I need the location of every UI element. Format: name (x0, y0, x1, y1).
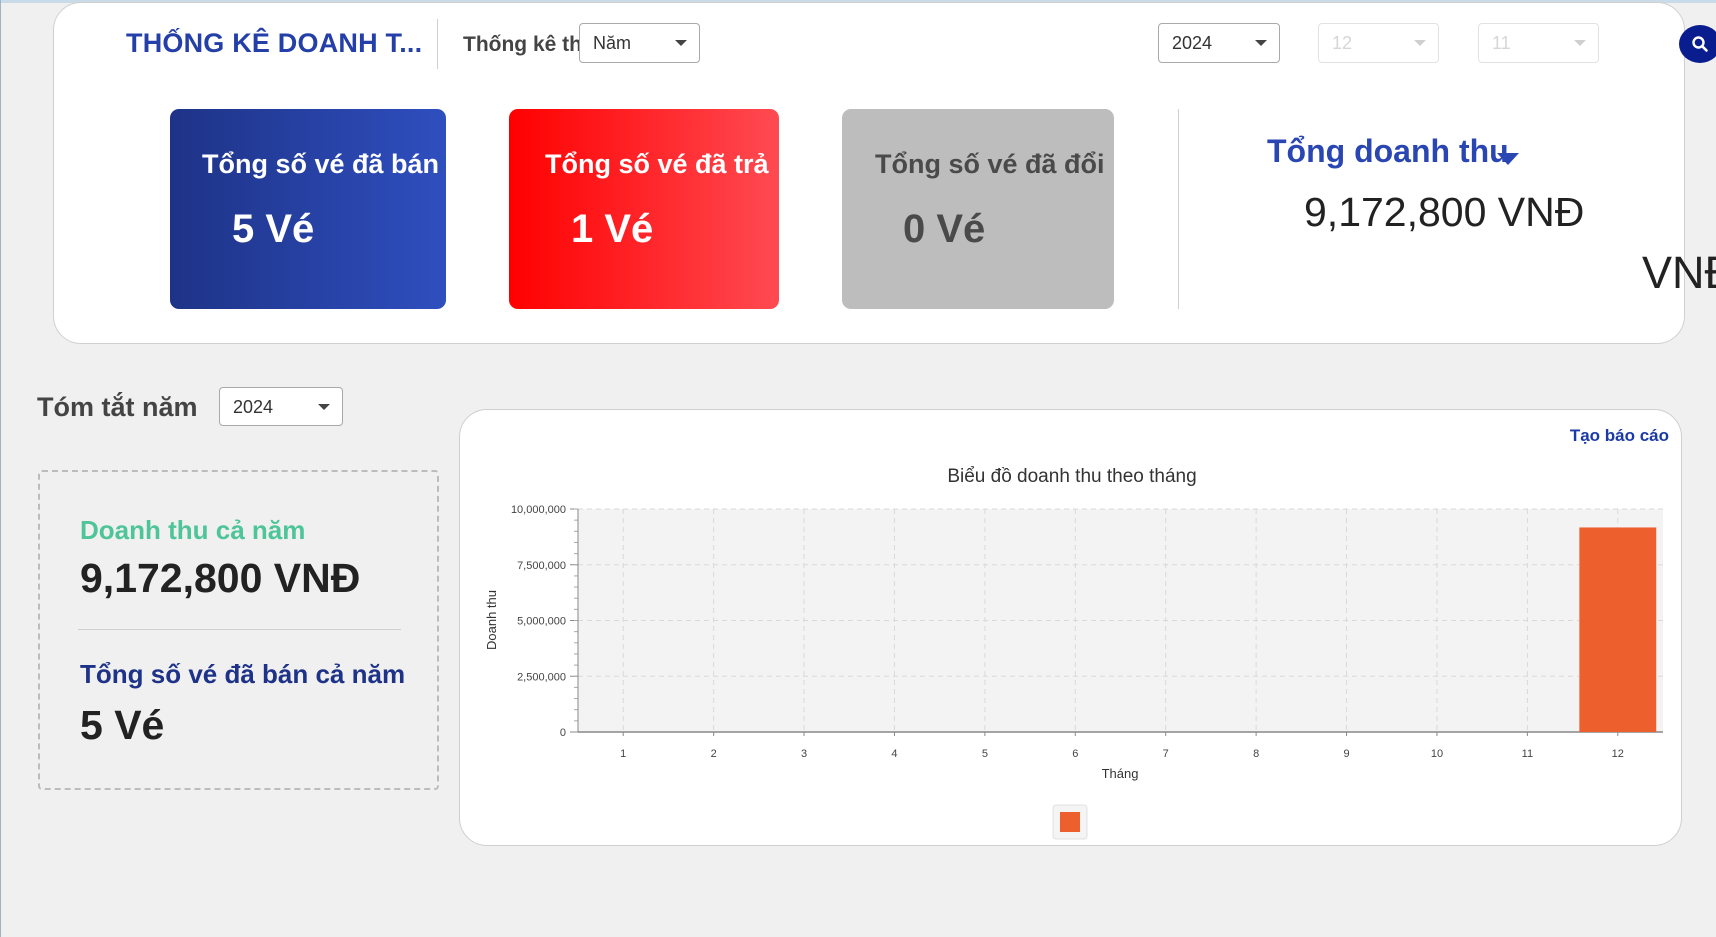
x-axis-label: Tháng (1102, 766, 1139, 781)
tickets-exchanged-card: Tổng số vé đã đổi 0 Vé (842, 109, 1114, 309)
tickets-sold-value: 5 Vé (232, 207, 315, 251)
total-revenue-title[interactable]: Tổng doanh thu (1267, 133, 1509, 170)
chevron-down-icon (1574, 40, 1586, 46)
y-tick-label: 10,000,000 (511, 504, 566, 516)
summary-year-value: 2024 (233, 397, 274, 417)
total-revenue-value: 9,172,800 VNĐ (1304, 189, 1585, 235)
x-tick-label: 9 (1343, 748, 1349, 760)
month-select[interactable]: 12 (1318, 23, 1439, 63)
y-tick-label: 5,000,000 (517, 616, 566, 628)
x-tick-label: 10 (1431, 748, 1443, 760)
x-tick-label: 11 (1522, 748, 1533, 760)
annual-tickets-value: 5 Vé (80, 702, 165, 748)
page-title: THỐNG KÊ DOANH T... (126, 28, 423, 58)
tickets-exchanged-label: Tổng số vé đã đổi (875, 149, 1105, 179)
chart-title: Biểu đồ doanh thu theo tháng (947, 466, 1196, 487)
tickets-returned-value: 1 Vé (571, 207, 654, 251)
summary-divider (78, 629, 401, 630)
revenue-chart-panel: Tạo báo cáo 0 2,500,000 5,000,000 7,500,000… (459, 409, 1682, 846)
x-tick-label: 2 (711, 748, 717, 760)
year-select-value: 2024 (1172, 33, 1213, 53)
y-tick-label: 7,500,000 (517, 560, 566, 572)
day-select[interactable]: 11 (1478, 23, 1599, 63)
y-tick-label: 0 (560, 727, 566, 739)
window-left-border (0, 0, 1, 937)
tickets-returned-label: Tổng số vé đã trả (545, 149, 769, 179)
bar-month-12 (1579, 527, 1657, 732)
annual-tickets-label: Tổng số vé đã bán cả năm (80, 659, 406, 689)
tickets-exchanged-value: 0 Vé (903, 207, 986, 251)
y-axis-label: Doanh thu (484, 590, 499, 650)
revenue-chart: 02,500,0005,000,0007,500,00010,000,0001 2… (484, 466, 1663, 840)
x-tick-label: 3 (801, 748, 807, 760)
x-tick-label: 7 (1163, 748, 1169, 760)
search-button[interactable] (1679, 25, 1716, 63)
x-tick-label: 6 (1072, 748, 1078, 760)
x-tick-label: 1 (620, 748, 626, 760)
chevron-down-icon (318, 404, 330, 410)
tickets-sold-card: Tổng số vé đã bán 5 Vé (170, 109, 446, 309)
x-tick-label: 5 (982, 748, 988, 760)
year-summary-box: Doanh thu cả năm 9,172,800 VNĐ Tổng số v… (38, 470, 439, 790)
summary-year-select[interactable]: 2024 (219, 387, 343, 426)
annual-revenue-label: Doanh thu cả năm (80, 515, 306, 545)
month-select-value: 12 (1332, 33, 1353, 53)
stats-panel: THỐNG KÊ DOANH T... Thống kê th... Năm 2… (53, 2, 1716, 344)
x-tick-label: 4 (891, 748, 897, 760)
legend-swatch (1060, 812, 1080, 832)
day-select-value: 11 (1492, 33, 1511, 53)
revenue-divider (1178, 109, 1179, 309)
total-revenue-unit: VNĐ (1642, 247, 1716, 298)
tickets-returned-card: Tổng số vé đã trả 1 Vé (509, 109, 779, 309)
chevron-down-icon (1255, 40, 1267, 46)
year-select[interactable]: 2024 (1158, 23, 1280, 63)
header-divider (437, 19, 438, 69)
chevron-down-icon (675, 40, 687, 46)
year-summary-label: Tóm tắt năm (37, 392, 198, 422)
search-icon (1692, 36, 1708, 52)
x-tick-label: 8 (1253, 748, 1259, 760)
chevron-down-icon (1414, 40, 1426, 46)
period-select[interactable]: Năm (579, 23, 700, 63)
x-tick-label: 12 (1612, 748, 1624, 760)
tickets-sold-label: Tổng số vé đã bán (202, 149, 440, 179)
caret-down-icon[interactable] (1497, 153, 1519, 165)
y-tick-label: 2,500,000 (517, 671, 566, 683)
annual-revenue-value: 9,172,800 VNĐ (80, 555, 361, 601)
period-select-value: Năm (593, 33, 632, 53)
